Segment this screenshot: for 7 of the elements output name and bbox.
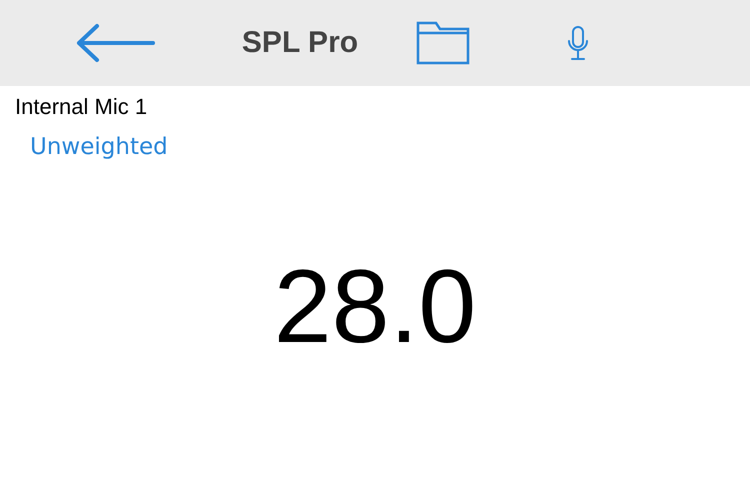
weighting-link[interactable]: Unweighted	[30, 134, 168, 160]
microphone-icon[interactable]	[566, 25, 590, 61]
app-title: SPL Pro	[240, 26, 360, 60]
folder-icon[interactable]	[416, 21, 470, 65]
sound-level-reading: 28.0	[274, 255, 476, 359]
device-label: Internal Mic 1	[15, 94, 148, 120]
back-arrow-icon[interactable]	[75, 23, 155, 63]
